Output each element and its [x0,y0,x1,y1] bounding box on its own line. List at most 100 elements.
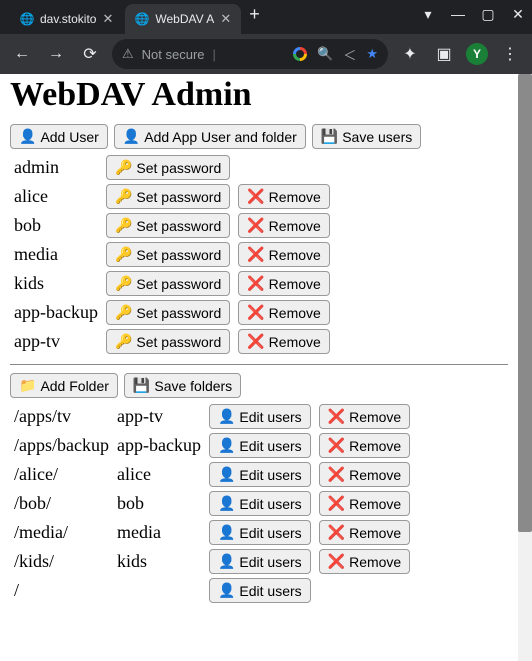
folder-path: /kids/ [10,547,113,576]
remove-folder-button[interactable]: ❌Remove [319,462,411,487]
omnibox[interactable]: ⚠ Not secure | 🔍 ＜ ★ [112,39,388,69]
x-icon: ❌ [328,437,345,454]
user-name: media [10,240,102,269]
extensions-icon[interactable]: ✦ [398,42,422,66]
set-password-button[interactable]: 🔑Set password [106,184,230,209]
person-icon: 👤 [218,437,235,454]
save-icon: 💾 [321,128,338,145]
user-row: bob🔑Set password❌Remove [10,211,334,240]
add-user-button[interactable]: 👤 Add User [10,124,108,149]
save-folders-button[interactable]: 💾 Save folders [124,373,241,398]
remove-user-button[interactable]: ❌Remove [238,213,330,238]
browser-titlebar: 🌐 dav.stokito ✕ 🌐 WebDAV A ✕ + ▾ — ▢ ✕ [0,0,532,34]
person-icon: 👤 [218,495,235,512]
maximize-icon[interactable]: ▢ [480,6,496,23]
key-icon: 🔑 [115,159,132,176]
new-tab-button[interactable]: + [243,4,268,31]
set-password-button[interactable]: 🔑Set password [106,213,230,238]
folder-owner [113,576,205,605]
zoom-icon[interactable]: 🔍 [317,46,333,62]
folder-owner: kids [113,547,205,576]
set-password-button[interactable]: 🔑Set password [106,242,230,267]
close-icon[interactable]: ✕ [220,11,231,27]
scrollbar-thumb[interactable] [518,74,532,532]
menu-icon[interactable]: ⋮ [498,42,522,66]
folder-row: /kids/kids👤Edit users ❌Remove [10,547,414,576]
warning-icon: ⚠ [122,46,134,62]
share-icon[interactable]: ＜ [343,45,356,64]
remove-folder-button[interactable]: ❌Remove [319,491,411,516]
users-table: admin🔑Set passwordalice🔑Set password❌Rem… [10,153,334,356]
google-icon[interactable] [293,47,307,61]
edit-users-button[interactable]: 👤Edit users [209,578,311,603]
user-name: kids [10,269,102,298]
folder-icon: 📁 [19,377,36,394]
set-password-button[interactable]: 🔑Set password [106,329,230,354]
folder-path: /apps/backup [10,431,113,460]
minimize-icon[interactable]: — [450,6,466,23]
x-icon: ❌ [247,333,264,350]
tab-label: WebDAV A [155,12,214,26]
remove-user-button[interactable]: ❌Remove [238,300,330,325]
x-icon: ❌ [247,275,264,292]
reload-button[interactable]: ⟳ [78,42,102,66]
edit-users-button[interactable]: 👤Edit users [209,549,311,574]
tab-active[interactable]: 🌐 WebDAV A ✕ [125,4,241,34]
edit-users-button[interactable]: 👤Edit users [209,462,311,487]
back-button[interactable]: ← [10,42,34,66]
remove-folder-button[interactable]: ❌Remove [319,433,411,458]
close-icon[interactable]: ✕ [102,11,113,27]
window-controls: ▾ — ▢ ✕ [420,6,526,23]
tab-label: dav.stokito [40,12,96,26]
folder-row: /apps/backupapp-backup👤Edit users ❌Remove [10,431,414,460]
page-content: WebDAV Admin 👤 Add User 👤 Add App User a… [0,74,518,615]
save-icon: 💾 [133,377,150,394]
set-password-button[interactable]: 🔑Set password [106,300,230,325]
person-icon: 👤 [218,466,235,483]
remove-user-button[interactable]: ❌Remove [238,242,330,267]
edit-users-button[interactable]: 👤Edit users [209,433,311,458]
user-name: app-backup [10,298,102,327]
key-icon: 🔑 [115,333,132,350]
remove-user-button[interactable]: ❌Remove [238,184,330,209]
x-icon: ❌ [328,408,345,425]
folder-path: / [10,576,113,605]
remove-folder-button[interactable]: ❌Remove [319,404,411,429]
folder-row: /bob/bob👤Edit users❌Remove [10,489,414,518]
folder-owner: app-backup [113,431,205,460]
star-icon[interactable]: ★ [366,46,378,62]
x-icon: ❌ [247,246,264,263]
key-icon: 🔑 [115,188,132,205]
add-app-user-button[interactable]: 👤 Add App User and folder [114,124,306,149]
folder-owner: bob [113,489,205,518]
forward-button[interactable]: → [44,42,68,66]
remove-folder-button[interactable]: ❌Remove [319,549,411,574]
remove-user-button[interactable]: ❌Remove [238,329,330,354]
edit-users-button[interactable]: 👤Edit users [209,404,311,429]
user-name: alice [10,182,102,211]
set-password-button[interactable]: 🔑Set password [106,271,230,296]
x-icon: ❌ [247,304,264,321]
chevron-down-icon[interactable]: ▾ [420,6,436,23]
remove-folder-button[interactable]: ❌Remove [319,520,411,545]
folder-row: /media/media👤Edit users❌Remove [10,518,414,547]
page-title: WebDAV Admin [10,76,508,114]
add-folder-button[interactable]: 📁 Add Folder [10,373,118,398]
folder-path: /media/ [10,518,113,547]
scrollbar-track[interactable] [518,74,532,661]
remove-user-button[interactable]: ❌Remove [238,271,330,296]
tab-inactive[interactable]: 🌐 dav.stokito ✕ [10,4,123,34]
save-users-button[interactable]: 💾 Save users [312,124,421,149]
edit-users-button[interactable]: 👤Edit users [209,491,311,516]
close-window-icon[interactable]: ✕ [510,6,526,23]
sidepanel-icon[interactable]: ▣ [432,42,456,66]
key-icon: 🔑 [115,275,132,292]
key-icon: 🔑 [115,246,132,263]
user-row: alice🔑Set password ❌Remove [10,182,334,211]
folder-actions-row: 📁 Add Folder 💾 Save folders [10,373,508,398]
set-password-button[interactable]: 🔑Set password [106,155,230,180]
avatar[interactable]: Y [466,43,488,65]
user-row: app-tv🔑Set password❌Remove [10,327,334,356]
edit-users-button[interactable]: 👤Edit users [209,520,311,545]
security-text: Not secure [142,47,205,62]
